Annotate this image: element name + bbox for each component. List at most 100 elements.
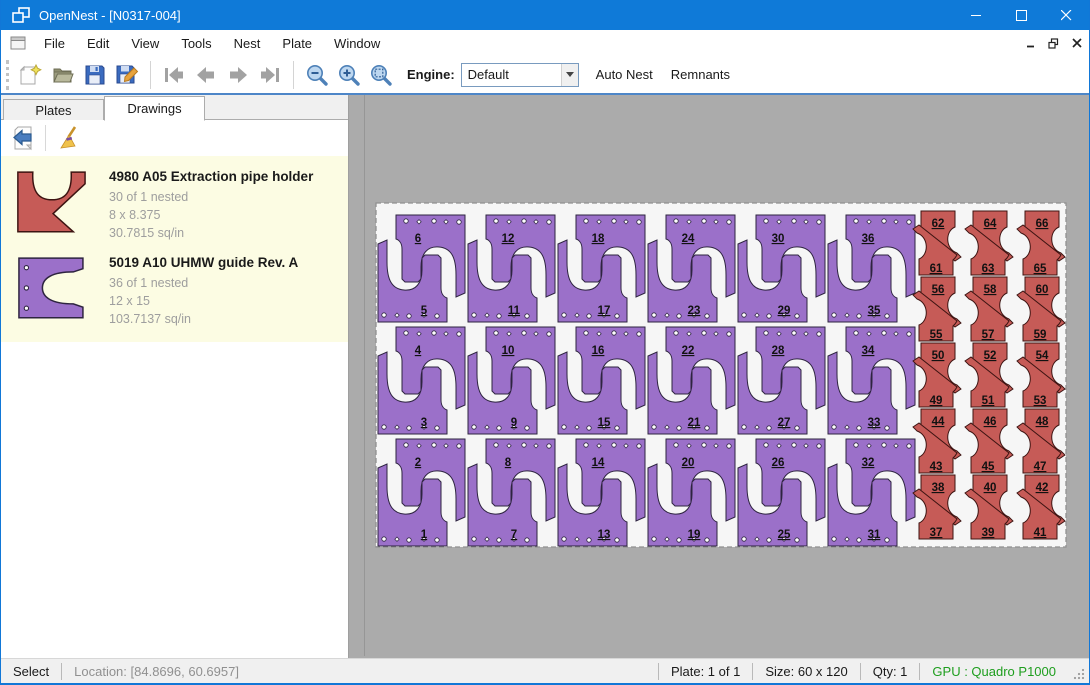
last-plate-icon [258, 63, 282, 87]
last-plate-button[interactable] [254, 60, 286, 90]
opennest-window: OpenNest - [N0317-004] FileEditViewTools… [0, 0, 1090, 685]
svg-text:45: 45 [982, 461, 995, 473]
open-folder-button[interactable] [47, 60, 79, 90]
first-plate-button[interactable] [158, 60, 190, 90]
close-button[interactable] [1044, 0, 1089, 30]
engine-combobox[interactable]: Default [461, 63, 579, 87]
svg-text:54: 54 [1036, 350, 1049, 362]
save-as-icon [115, 63, 139, 87]
svg-text:50: 50 [932, 350, 945, 362]
main-body: Plates Drawings [1, 95, 1089, 658]
menu-item-edit[interactable]: Edit [76, 32, 120, 55]
tab-drawings[interactable]: Drawings [104, 96, 205, 121]
next-plate-icon [226, 63, 250, 87]
mdi-restore-button[interactable] [1043, 33, 1064, 53]
svg-text:6: 6 [415, 233, 421, 245]
status-qty: Qty: 1 [861, 664, 920, 679]
toolbar-grip[interactable] [6, 60, 9, 90]
maximize-button[interactable] [999, 0, 1044, 30]
next-plate-button[interactable] [222, 60, 254, 90]
svg-text:64: 64 [984, 218, 997, 230]
svg-text:26: 26 [772, 457, 785, 469]
svg-text:13: 13 [598, 529, 611, 541]
svg-text:18: 18 [592, 233, 605, 245]
svg-text:55: 55 [930, 329, 943, 341]
save-as-button[interactable] [111, 60, 143, 90]
mdi-child-icon [10, 36, 27, 51]
app-icon [10, 4, 32, 26]
svg-text:58: 58 [984, 284, 997, 296]
zoom-out-button[interactable] [301, 60, 333, 90]
save-button[interactable] [79, 60, 111, 90]
status-gpu: GPU : Quadro P1000 [920, 664, 1068, 679]
drawing-title: 5019 A10 UHMW guide Rev. A [109, 255, 340, 270]
menu-item-tools[interactable]: Tools [170, 32, 222, 55]
title-bar: OpenNest - [N0317-004] [1, 0, 1089, 30]
svg-text:47: 47 [1034, 461, 1047, 473]
tab-strip: Plates Drawings [1, 95, 348, 120]
mdi-close-button[interactable] [1066, 33, 1087, 53]
svg-text:27: 27 [778, 417, 791, 429]
svg-text:19: 19 [688, 529, 701, 541]
svg-text:8: 8 [505, 457, 512, 469]
svg-text:36: 36 [862, 233, 875, 245]
engine-dropdown-button[interactable] [561, 64, 578, 86]
menu-item-view[interactable]: View [120, 32, 170, 55]
previous-plate-button[interactable] [190, 60, 222, 90]
svg-text:22: 22 [682, 345, 695, 357]
panel-filler [1, 342, 348, 658]
new-file-button[interactable] [15, 60, 47, 90]
menu-item-plate[interactable]: Plate [271, 32, 323, 55]
nest-plate-view[interactable]: 6 5 4 3 2 1 12 11 10 9 8 7 18 17 16 15 1… [349, 95, 1090, 656]
toolbar-separator [150, 61, 151, 89]
svg-text:43: 43 [930, 461, 943, 473]
minimize-button[interactable] [954, 0, 999, 30]
menu-items: FileEditViewToolsNestPlateWindow [33, 32, 391, 55]
zoom-out-icon [305, 63, 329, 87]
tab-plates[interactable]: Plates [3, 99, 104, 120]
svg-text:66: 66 [1036, 218, 1049, 230]
svg-text:37: 37 [930, 527, 943, 539]
resize-grip[interactable] [1072, 667, 1086, 681]
svg-text:31: 31 [868, 529, 881, 541]
svg-text:32: 32 [862, 457, 875, 469]
open-folder-icon [51, 63, 75, 87]
auto-nest-button[interactable]: Auto Nest [587, 61, 662, 88]
clean-drawings-button[interactable] [52, 123, 86, 153]
zoom-in-button[interactable] [333, 60, 365, 90]
svg-text:65: 65 [1034, 263, 1047, 275]
remnants-button[interactable]: Remnants [662, 61, 739, 88]
drawing-area: 30.7815 sq/in [109, 224, 340, 242]
svg-text:11: 11 [508, 305, 521, 317]
import-drawing-icon [11, 125, 37, 151]
nest-canvas[interactable]: 6 5 4 3 2 1 12 11 10 9 8 7 18 17 16 15 1… [349, 95, 1089, 658]
drawing-size: 12 x 15 [109, 292, 340, 310]
svg-text:9: 9 [511, 417, 517, 429]
svg-text:35: 35 [868, 305, 881, 317]
menu-item-file[interactable]: File [33, 32, 76, 55]
drawing-list-item[interactable]: 5019 A10 UHMW guide Rev. A 36 of 1 neste… [1, 248, 348, 334]
svg-text:2: 2 [415, 457, 421, 469]
import-drawing-button[interactable] [7, 123, 41, 153]
svg-text:34: 34 [862, 345, 875, 357]
drawings-toolbar-separator [45, 125, 46, 151]
svg-text:29: 29 [778, 305, 791, 317]
status-plate: Plate: 1 of 1 [659, 664, 752, 679]
svg-text:20: 20 [682, 457, 695, 469]
drawings-toolbar [1, 120, 348, 156]
zoom-in-icon [337, 63, 361, 87]
svg-text:53: 53 [1034, 395, 1047, 407]
mdi-minimize-button[interactable] [1020, 33, 1041, 53]
svg-text:39: 39 [982, 527, 995, 539]
zoom-fit-button[interactable] [365, 60, 397, 90]
svg-text:24: 24 [682, 233, 695, 245]
drawing-info: 5019 A10 UHMW guide Rev. A 36 of 1 neste… [109, 253, 340, 328]
menu-item-nest[interactable]: Nest [223, 32, 272, 55]
drawing-thumbnail [11, 167, 109, 242]
drawing-list-item[interactable]: 4980 A05 Extraction pipe holder 30 of 1 … [1, 162, 348, 248]
drawing-nested-count: 30 of 1 nested [109, 188, 340, 206]
plate[interactable] [376, 203, 1066, 547]
menu-item-window[interactable]: Window [323, 32, 391, 55]
svg-text:60: 60 [1036, 284, 1049, 296]
svg-text:46: 46 [984, 416, 997, 428]
